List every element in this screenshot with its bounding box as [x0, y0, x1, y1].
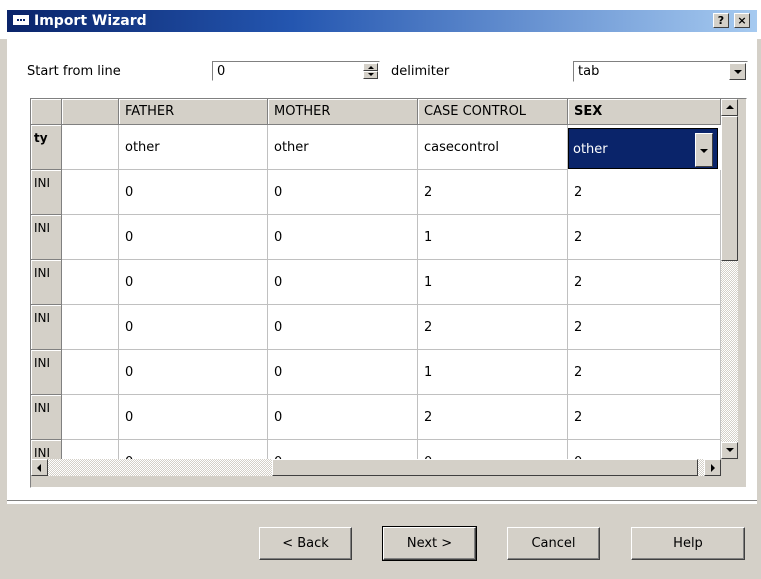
grid-cell[interactable]: 0 — [268, 260, 418, 305]
scroll-down-icon[interactable] — [721, 442, 738, 459]
grid-cell[interactable]: 1 — [418, 350, 568, 395]
window-title: Import Wizard — [34, 13, 147, 29]
grid-cell[interactable]: 0 — [268, 440, 418, 459]
column-header-case-control[interactable]: CASE CONTROL — [418, 99, 568, 125]
data-preview-grid[interactable]: FATHER MOTHER CASE CONTROL SEX ty other … — [30, 98, 747, 488]
grid-cell[interactable]: 0 — [119, 260, 268, 305]
grid-cell[interactable]: 0 — [119, 215, 268, 260]
grid-cell[interactable] — [62, 305, 119, 350]
grid-cell[interactable]: 0 — [119, 305, 268, 350]
grid-cell[interactable]: 1 — [418, 215, 568, 260]
grid-cell[interactable]: 2 — [568, 305, 721, 350]
grid-cell[interactable]: 2 — [568, 350, 721, 395]
grid-cell[interactable] — [62, 350, 119, 395]
grid-cell[interactable]: 0 — [568, 440, 721, 459]
grid-cell[interactable]: 2 — [568, 170, 721, 215]
delimiter-select[interactable]: tab — [573, 61, 748, 82]
delimiter-value: tab — [578, 64, 600, 79]
grid-cell[interactable]: 0 — [268, 215, 418, 260]
type-cell[interactable] — [62, 125, 119, 170]
spin-down-icon[interactable] — [363, 71, 378, 79]
grid-cell[interactable]: 0 — [268, 170, 418, 215]
type-cell-mother[interactable]: other — [268, 125, 418, 170]
column-header-sex[interactable]: SEX — [568, 99, 721, 125]
back-button[interactable]: < Back — [259, 527, 352, 560]
grid-cell[interactable] — [62, 170, 119, 215]
grid-cell[interactable]: 1 — [418, 260, 568, 305]
grid-cell[interactable]: 0 — [119, 395, 268, 440]
grid-cell[interactable] — [62, 215, 119, 260]
close-title-button[interactable]: × — [734, 13, 750, 28]
grid-cell[interactable]: 2 — [568, 260, 721, 305]
help-button[interactable]: Help — [631, 527, 745, 560]
grid-cell[interactable]: 0 — [119, 440, 268, 459]
delimiter-label: delimiter — [391, 64, 450, 79]
grid-cell[interactable]: 2 — [418, 305, 568, 350]
title-bar[interactable]: Import Wizard ? × — [7, 10, 757, 32]
start-line-input[interactable] — [217, 63, 353, 79]
window-menu-icon[interactable] — [12, 14, 30, 26]
column-header[interactable] — [62, 99, 119, 125]
grid-cells: FATHER MOTHER CASE CONTROL SEX ty other … — [31, 99, 721, 459]
scroll-right-icon[interactable] — [704, 459, 721, 476]
next-button[interactable]: Next > — [382, 526, 477, 561]
type-cell-case-control[interactable]: casecontrol — [418, 125, 568, 170]
help-title-button[interactable]: ? — [713, 13, 729, 28]
row-header[interactable]: INI — [31, 305, 62, 350]
grid-cell[interactable]: 2 — [568, 395, 721, 440]
start-line-spinbox[interactable] — [212, 61, 380, 81]
grid-cell[interactable] — [62, 440, 119, 459]
column-header-mother[interactable]: MOTHER — [268, 99, 418, 125]
grid-cell[interactable]: 2 — [568, 215, 721, 260]
row-header[interactable]: INI — [31, 440, 62, 459]
type-select-sex-value: other — [573, 142, 608, 157]
start-line-spinner[interactable] — [363, 63, 378, 79]
start-from-line-label: Start from line — [27, 64, 121, 79]
vertical-scroll-thumb[interactable] — [721, 116, 738, 261]
grid-cell[interactable]: 0 — [119, 170, 268, 215]
grid-cell[interactable] — [62, 260, 119, 305]
spin-up-icon[interactable] — [363, 63, 378, 71]
scroll-left-icon[interactable] — [31, 459, 48, 476]
chevron-down-icon[interactable] — [695, 133, 713, 167]
row-header[interactable]: INI — [31, 350, 62, 395]
import-wizard-window: Import Wizard ? × Start from line delimi… — [0, 0, 761, 579]
chevron-down-icon[interactable] — [729, 63, 746, 80]
grid-cell[interactable] — [62, 395, 119, 440]
grid-corner — [31, 99, 62, 125]
grid-cell[interactable]: 0 — [268, 305, 418, 350]
grid-cell[interactable]: 2 — [418, 395, 568, 440]
grid-cell[interactable]: 0 — [268, 350, 418, 395]
column-header-father[interactable]: FATHER — [119, 99, 268, 125]
row-header-type[interactable]: ty — [31, 125, 62, 170]
grid-cell[interactable]: 0 — [418, 440, 568, 459]
row-header[interactable]: INI — [31, 170, 62, 215]
row-header[interactable]: INI — [31, 215, 62, 260]
type-select-sex[interactable]: other — [568, 128, 718, 169]
horizontal-scrollbar[interactable] — [31, 459, 721, 476]
grid-cell[interactable]: 2 — [418, 170, 568, 215]
row-header[interactable]: INI — [31, 260, 62, 305]
grid-cell[interactable]: 0 — [119, 350, 268, 395]
button-separator — [7, 500, 757, 504]
type-cell-father[interactable]: other — [119, 125, 268, 170]
vertical-scrollbar[interactable] — [721, 99, 738, 459]
horizontal-scroll-thumb[interactable] — [272, 459, 698, 476]
cancel-button[interactable]: Cancel — [507, 527, 600, 560]
grid-cell[interactable]: 0 — [268, 395, 418, 440]
scroll-up-icon[interactable] — [721, 99, 738, 116]
row-header[interactable]: INI — [31, 395, 62, 440]
